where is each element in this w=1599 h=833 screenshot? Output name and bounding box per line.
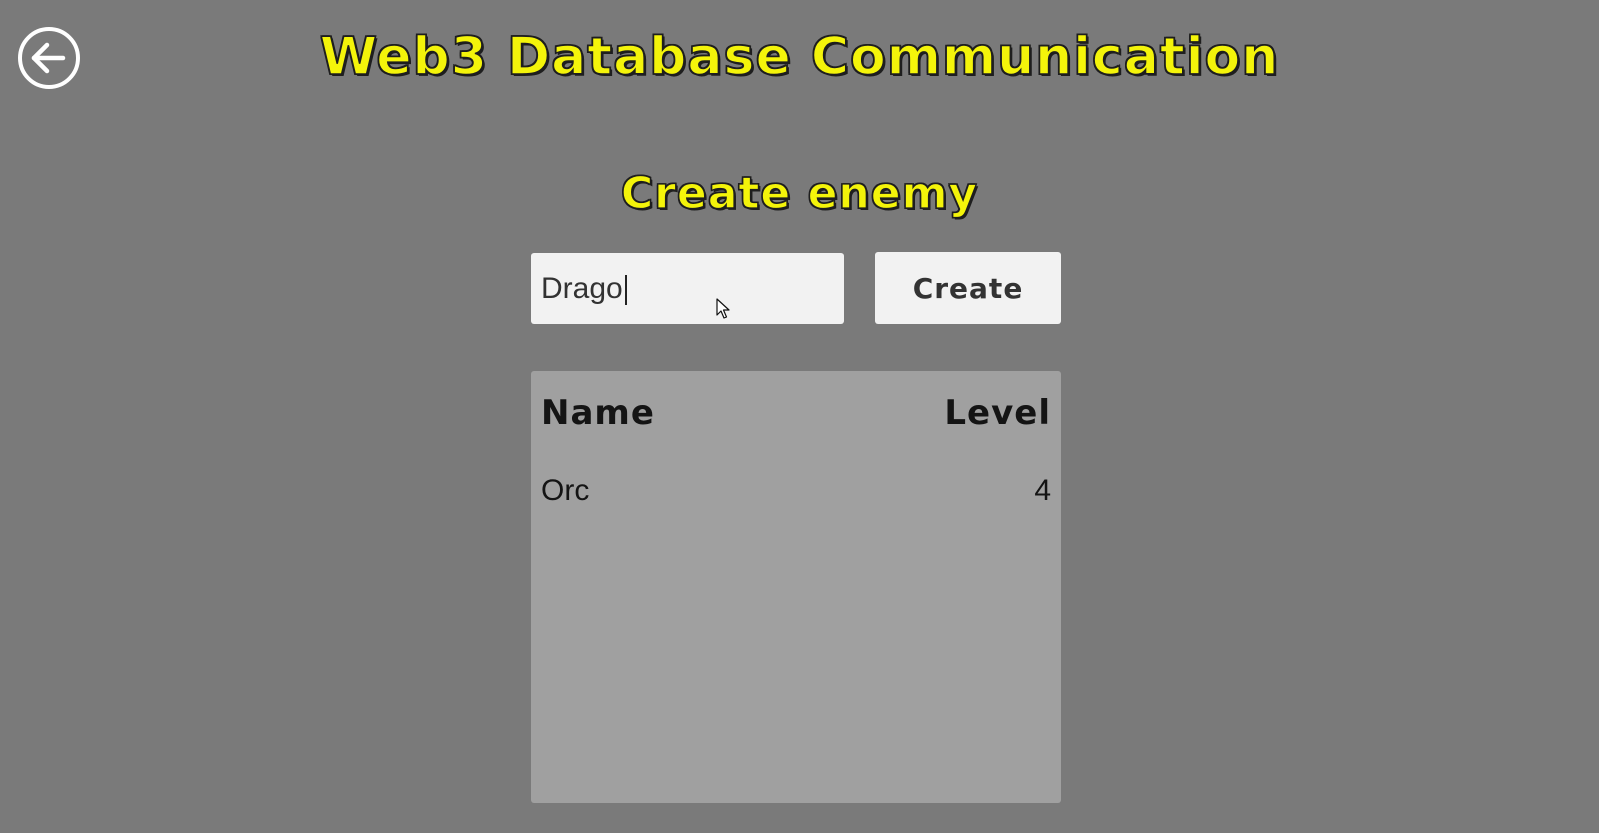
mouse-pointer-icon bbox=[716, 298, 730, 319]
enemy-table: Name Level Orc 4 bbox=[531, 371, 1061, 803]
text-caret bbox=[625, 275, 627, 305]
app-title: Web3 Database Communication bbox=[319, 26, 1280, 88]
enemy-name-cell: Orc bbox=[541, 474, 590, 507]
column-header-name: Name bbox=[541, 393, 655, 433]
enemy-level-cell: 4 bbox=[1034, 474, 1051, 507]
enemy-name-input[interactable] bbox=[531, 253, 844, 324]
create-enemy-heading: Create enemy bbox=[620, 167, 979, 219]
table-row: Orc 4 bbox=[541, 471, 1051, 511]
column-header-level: Level bbox=[944, 393, 1051, 433]
table-header: Name Level bbox=[541, 391, 1051, 435]
create-button[interactable]: Create bbox=[875, 252, 1061, 324]
